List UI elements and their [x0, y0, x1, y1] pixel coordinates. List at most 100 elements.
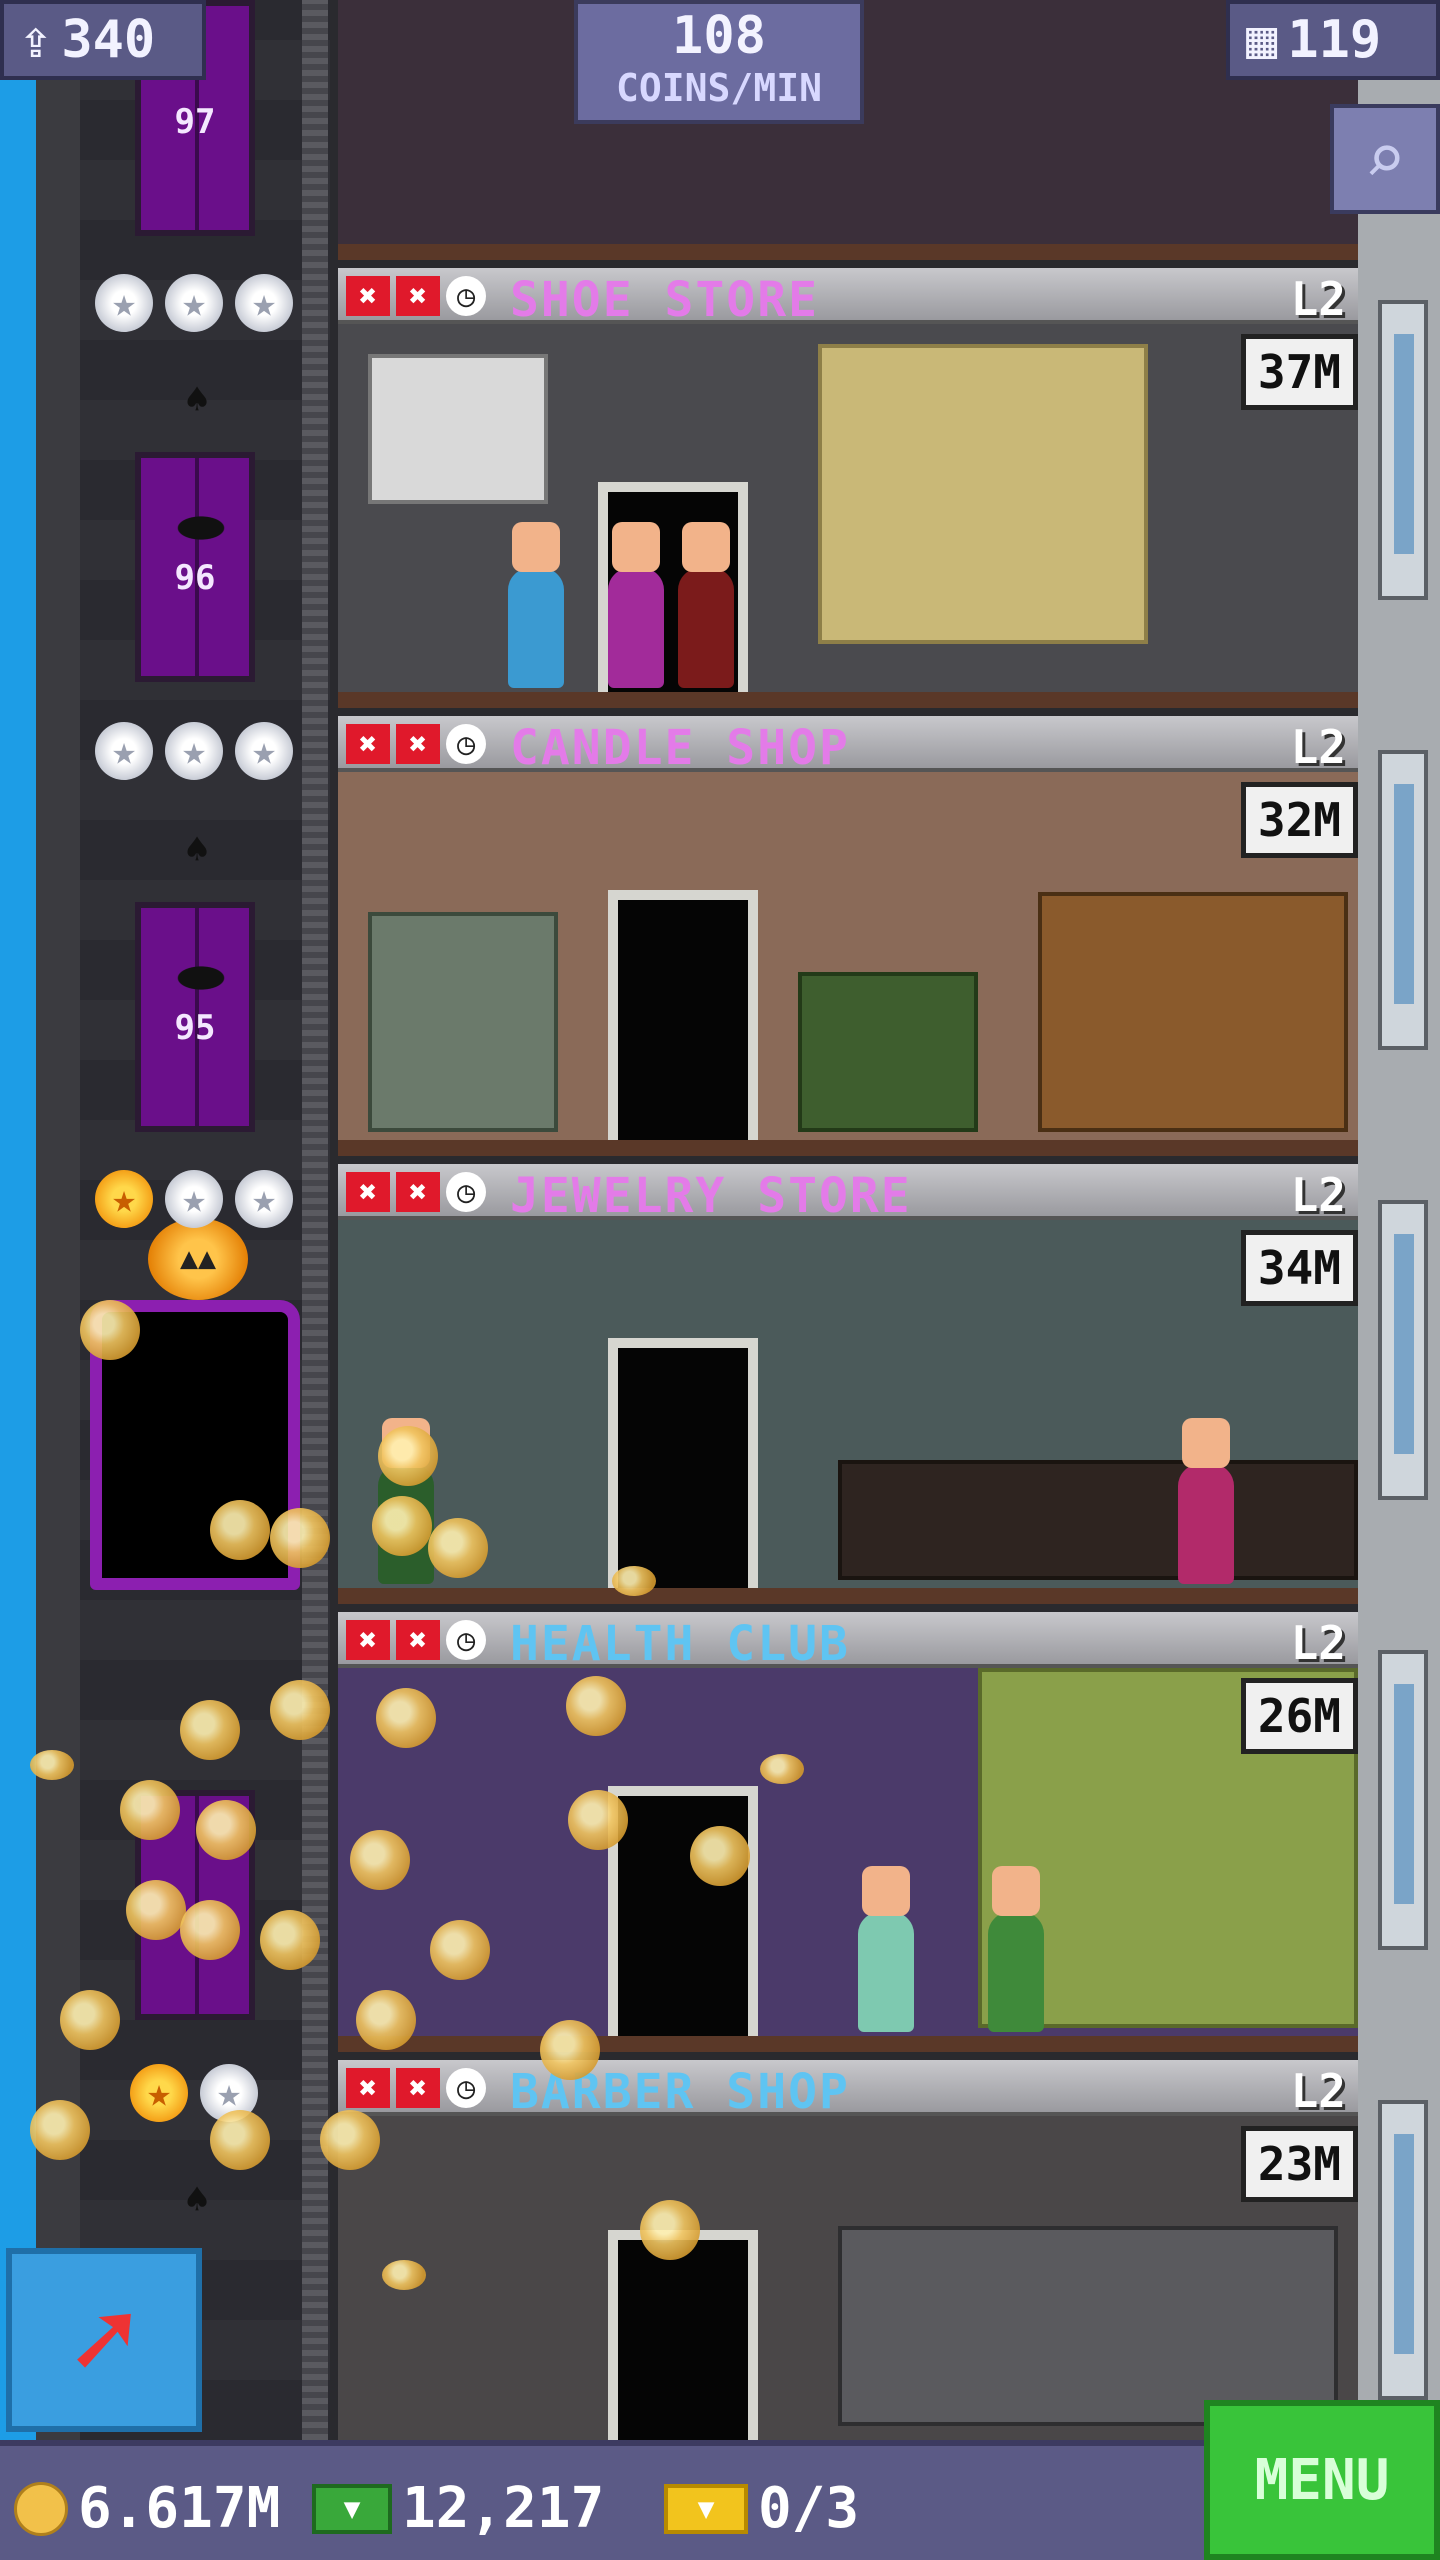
arrow-up-icon: ➚: [70, 2276, 138, 2404]
elevator-door-95[interactable]: 95: [135, 902, 255, 1132]
clock-icon: ◷: [446, 1620, 486, 1660]
floor-room: [338, 324, 1358, 708]
x-icon: ✖: [346, 1172, 390, 1212]
coin-particle: [126, 1880, 186, 1940]
bitizen[interactable]: [608, 522, 664, 688]
coin-particle: [80, 1300, 140, 1360]
x-icon: ✖: [346, 724, 390, 764]
bitizen[interactable]: [988, 1866, 1044, 2032]
floor-name: CANDLE SHOP: [510, 720, 850, 776]
floor-name: JEWELRY STORE: [510, 1168, 912, 1224]
star-icon: ★: [95, 274, 153, 332]
floor-timer: 37M: [1240, 334, 1358, 410]
clock-icon: ◷: [446, 276, 486, 316]
coins-balance[interactable]: 6.617M: [14, 2476, 280, 2541]
door: [608, 1338, 758, 1588]
floor-level: L2: [1290, 720, 1346, 774]
x-icon: ✖: [396, 1620, 440, 1660]
coin-particle: [350, 1830, 410, 1890]
bitizen[interactable]: [1178, 1418, 1234, 1584]
coin-particle: [372, 1496, 432, 1556]
coins-per-min-panel[interactable]: 108 COINS/MIN: [574, 0, 864, 124]
floor-level: L2: [1290, 2064, 1346, 2118]
floor-health-club[interactable]: ✖ ✖ ◷ HEALTH CLUB L2 26M: [338, 1612, 1358, 2052]
floor-stars: ★ ★ ★: [95, 274, 293, 332]
coin-particle: [60, 1990, 120, 2050]
star-icon: ★: [165, 722, 223, 780]
bux-value: 12,217: [402, 2476, 605, 2541]
gold-star-icon: ★: [95, 1170, 153, 1228]
barber-mirrors: [838, 2226, 1338, 2426]
floor-level: L2: [1290, 1168, 1346, 1222]
jewelry-counter: [838, 1460, 1358, 1580]
floor-header: ✖ ✖ ◷ JEWELRY STORE L2: [338, 1164, 1358, 1224]
floor-level: L2: [1290, 272, 1346, 326]
coin-particle: [196, 1800, 256, 1860]
floor-counter[interactable]: ▦ 119: [1226, 0, 1440, 80]
coins-per-min-label: COINS/MIN: [616, 66, 822, 110]
coin-particle: [30, 1750, 74, 1780]
floor-header: ✖ ✖ ◷ CANDLE SHOP L2: [338, 716, 1358, 776]
x-icon: ✖: [396, 276, 440, 316]
floor-badges: ✖ ✖ ◷: [346, 1172, 486, 1212]
floor-header: ✖ ✖ ◷ SHOE STORE L2: [338, 268, 1358, 328]
bitizen[interactable]: [858, 1866, 914, 2032]
coins-per-min-value: 108: [672, 6, 766, 66]
floor-jewelry-store[interactable]: ✖ ✖ ◷ JEWELRY STORE L2 34M: [338, 1164, 1358, 1604]
sky: [0, 0, 36, 2440]
coin-particle: [568, 1790, 628, 1850]
candle-shelf: [1038, 892, 1348, 1132]
menu-button[interactable]: MENU: [1204, 2400, 1440, 2560]
window: [1378, 1200, 1428, 1500]
build-floor-button[interactable]: ➚: [6, 2248, 202, 2432]
floor-level: L2: [1290, 1616, 1346, 1670]
bitizen[interactable]: [508, 522, 564, 688]
floor-shoe-store[interactable]: ✖ ✖ ◷ SHOE STORE L2 37M: [338, 268, 1358, 708]
spire-icon: ♠: [185, 2177, 210, 2223]
coin-particle: [378, 1426, 438, 1486]
floor-base: [338, 1588, 1358, 1604]
floor-badges: ✖ ✖ ◷: [346, 724, 486, 764]
coin-particle: [430, 1920, 490, 1980]
x-icon: ✖: [346, 1620, 390, 1660]
elevator-door-96[interactable]: 96: [135, 452, 255, 682]
floor-room: [338, 772, 1358, 1156]
clock-icon: ◷: [446, 1172, 486, 1212]
population-counter[interactable]: ⇪ 340: [0, 0, 206, 80]
elevator-floor-number: 95: [174, 1008, 216, 1048]
population-value: 340: [61, 10, 156, 70]
bux-balance[interactable]: ▼ 12,217: [312, 2476, 604, 2541]
gold-star-icon: ★: [130, 2064, 188, 2122]
floor-stars: ★ ★ ★: [95, 1170, 293, 1228]
floor-name: HEALTH CLUB: [510, 1616, 850, 1672]
coin-particle: [376, 1688, 436, 1748]
floor-timer: 26M: [1240, 1678, 1358, 1754]
elevator-floor-number: 96: [174, 558, 216, 598]
magnifier-icon[interactable]: ⌕: [1330, 104, 1440, 214]
x-icon: ✖: [396, 1172, 440, 1212]
floor-stars: ★ ★ ★: [95, 722, 293, 780]
floor-base: [338, 2036, 1358, 2052]
floor-timer: 34M: [1240, 1230, 1358, 1306]
bitizen[interactable]: [678, 522, 734, 688]
x-icon: ✖: [346, 276, 390, 316]
window: [1378, 750, 1428, 1050]
coin-particle: [270, 1508, 330, 1568]
floor-barber-shop[interactable]: ✖ ✖ ◷ BARBER SHOP L2 23M: [338, 2060, 1358, 2440]
x-icon: ✖: [346, 2068, 390, 2108]
population-icon: ⇪: [20, 10, 52, 70]
door: [608, 890, 758, 1140]
coin-particle: [640, 2200, 700, 2260]
clock-icon: ◷: [446, 2068, 486, 2108]
elevator-floor-number: 97: [174, 102, 216, 142]
floor-candle-shop[interactable]: ✖ ✖ ◷ CANDLE SHOP L2 32M: [338, 716, 1358, 1156]
coin-particle: [210, 1500, 270, 1560]
floor-badges: ✖ ✖ ◷: [346, 2068, 486, 2108]
spire-icon: ♠: [185, 827, 210, 873]
tickets-balance[interactable]: ▼ 0/3: [664, 2476, 859, 2541]
floor-header: ✖ ✖ ◷ BARBER SHOP L2: [338, 2060, 1358, 2120]
floor-base: [338, 1140, 1358, 1156]
bat-icon: [161, 508, 241, 548]
star-icon: ★: [165, 1170, 223, 1228]
clock-icon: ◷: [446, 724, 486, 764]
